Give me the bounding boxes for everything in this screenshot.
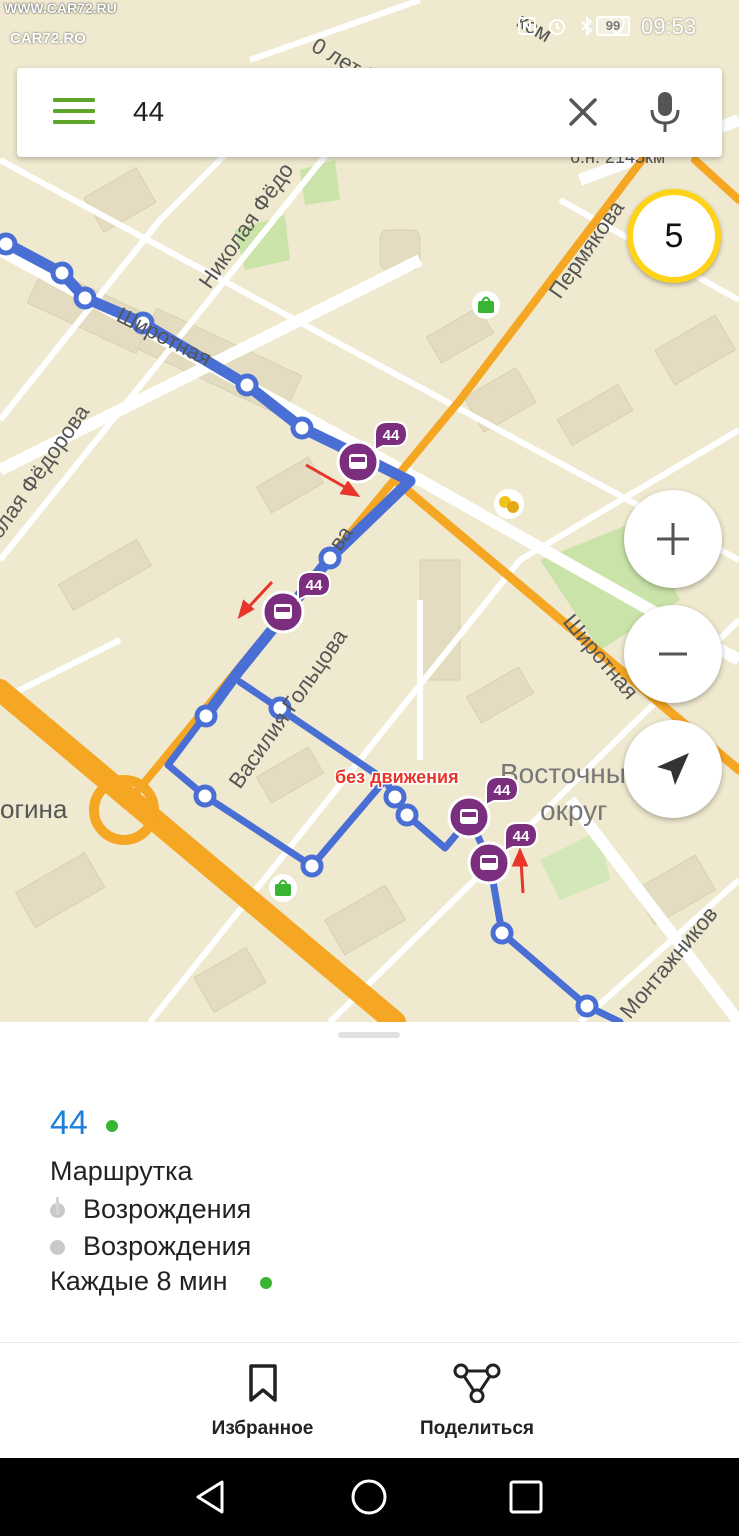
street-label: олая Фёдорова <box>0 399 95 543</box>
live-indicator-dot <box>106 1120 118 1132</box>
recents-square-icon[interactable] <box>507 1478 545 1516</box>
navigation-arrow-icon <box>657 753 689 785</box>
battery-indicator: 99 <box>596 16 630 36</box>
stop-dot <box>50 1240 65 1255</box>
microphone-icon[interactable] <box>647 90 683 134</box>
vehicle-route-badge: 44 <box>513 828 530 845</box>
favorite-button[interactable]: Избранное <box>205 1363 320 1440</box>
district-label: Восточный <box>500 758 642 789</box>
search-input[interactable] <box>131 88 535 136</box>
stop-connector-line <box>56 1197 59 1215</box>
watermark-text: WWW.CAR72.RU <box>4 0 117 16</box>
route-number: 44 <box>50 1104 88 1142</box>
locate-me-button[interactable] <box>624 720 722 818</box>
street-label: Монтажников <box>615 901 723 1022</box>
bookmark-icon <box>248 1364 277 1402</box>
plus-icon <box>657 523 689 555</box>
system-nav-bar <box>0 1458 739 1536</box>
zoom-in-button[interactable] <box>624 490 722 588</box>
vehicle-status-label: без движения <box>335 767 459 787</box>
live-indicator-dot <box>260 1277 272 1289</box>
stop-name: Возрождения <box>83 1231 252 1261</box>
street-label: огина <box>0 794 68 824</box>
home-circle-icon[interactable] <box>350 1478 388 1516</box>
status-bar: WWW.CAR72.RU CAR72.RO 99 09:53 <box>0 0 739 56</box>
watermark-logo: CAR72.RO <box>10 30 86 47</box>
minus-icon <box>659 652 687 656</box>
status-time: 09:53 <box>641 14 697 39</box>
route-type: Маршрутка <box>50 1156 193 1186</box>
map-view[interactable]: Николая Фёдо Широтная олая Фёдорова Перм… <box>0 0 739 1022</box>
alarm-icon <box>549 19 565 35</box>
route-frequency: Каждые 8 мин <box>50 1266 228 1296</box>
vehicle-route-badge: 44 <box>383 427 400 444</box>
sheet-drag-handle[interactable] <box>338 1032 400 1038</box>
stop-name: Возрождения <box>83 1194 252 1224</box>
theater-poi-icon[interactable] <box>494 489 524 519</box>
zoom-out-button[interactable] <box>624 605 722 703</box>
bluetooth-icon <box>581 16 593 36</box>
district-label: округ <box>540 795 607 826</box>
traffic-level-badge[interactable]: 5 <box>627 189 721 283</box>
route-44-line <box>0 234 624 1022</box>
favorite-label: Избранное <box>211 1418 314 1439</box>
shop-poi-icon[interactable] <box>269 874 297 902</box>
route-info-sheet[interactable]: 44 Маршрутка Возрождения Возрождения Каж… <box>0 1022 739 1342</box>
minibus-marker[interactable]: 44 <box>261 571 332 634</box>
hamburger-menu-icon[interactable] <box>53 98 95 128</box>
share-icon <box>453 1363 501 1404</box>
traffic-level-value: 5 <box>633 195 715 277</box>
vehicle-route-badge: 44 <box>494 782 511 799</box>
nfc-icon <box>518 17 536 35</box>
share-button[interactable]: Поделиться <box>415 1363 539 1440</box>
action-bar: Избранное Поделиться <box>0 1342 739 1459</box>
share-label: Поделиться <box>419 1418 535 1439</box>
vehicle-route-badge: 44 <box>306 577 323 594</box>
shop-poi-icon[interactable] <box>472 291 500 319</box>
close-icon[interactable] <box>565 94 601 130</box>
search-bar <box>17 68 722 157</box>
back-triangle-icon[interactable] <box>192 1478 230 1516</box>
